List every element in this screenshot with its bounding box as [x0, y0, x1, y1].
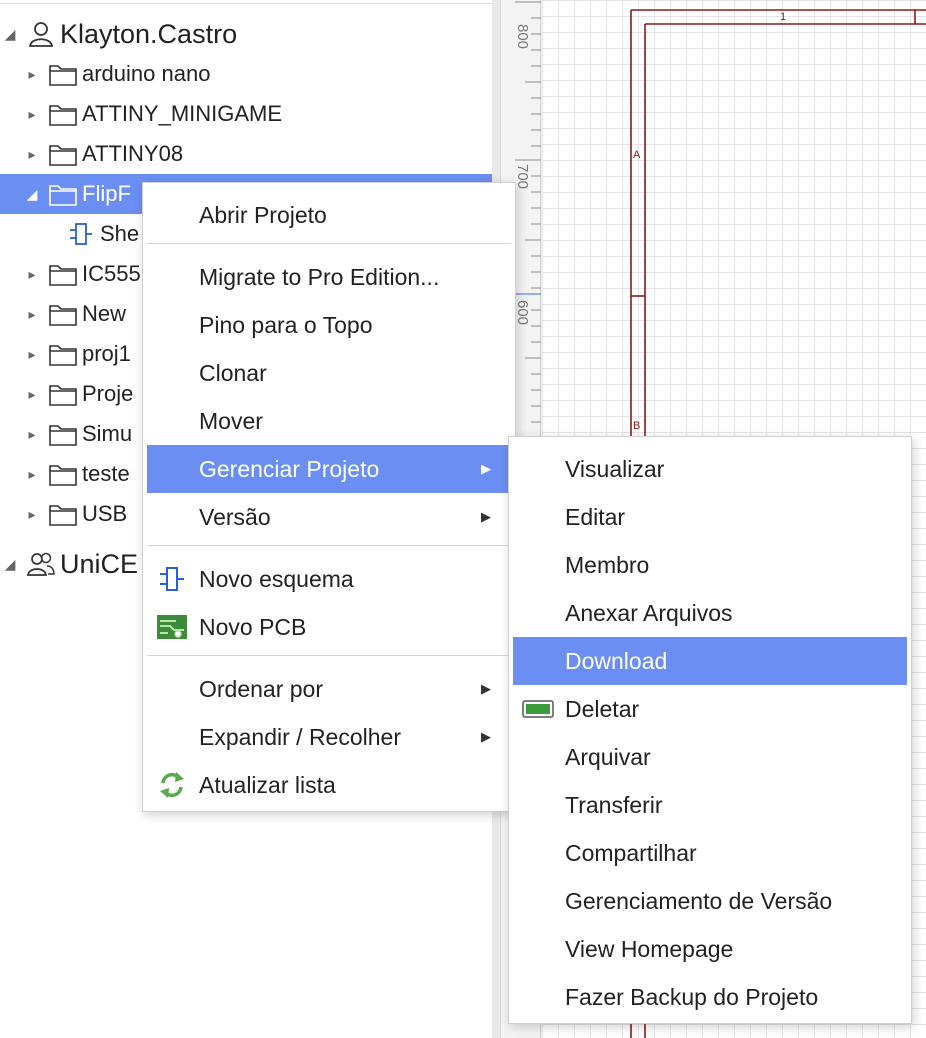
- submenu-item-backup-project[interactable]: Fazer Backup do Projeto: [513, 973, 907, 1021]
- submenu-item-edit[interactable]: Editar: [513, 493, 907, 541]
- menu-item-new-pcb[interactable]: Novo PCB: [147, 603, 511, 651]
- menu-item-refresh-list[interactable]: Atualizar lista: [147, 761, 511, 809]
- folder-icon: [48, 379, 78, 409]
- schematic-icon: [155, 562, 189, 596]
- pcb-icon: [155, 610, 189, 644]
- folder-icon: [48, 139, 78, 169]
- menu-separator: [147, 243, 511, 244]
- submenu-item-transfer[interactable]: Transferir: [513, 781, 907, 829]
- submenu-item-view-homepage[interactable]: View Homepage: [513, 925, 907, 973]
- frame-row-label: A: [633, 149, 641, 161]
- submenu-item-delete[interactable]: Deletar: [513, 685, 907, 733]
- submenu-arrow-icon: ▶: [481, 681, 491, 696]
- expand-caret-icon[interactable]: ▸: [24, 106, 40, 123]
- tree-item-label: USB: [82, 501, 128, 526]
- submenu-item-view[interactable]: Visualizar: [513, 445, 907, 493]
- menu-separator: [147, 545, 511, 546]
- expand-caret-icon[interactable]: ▸: [24, 346, 40, 363]
- expand-caret-icon[interactable]: ▸: [24, 146, 40, 163]
- collapse-caret-icon[interactable]: ◢: [2, 26, 18, 43]
- expand-caret-icon[interactable]: ▸: [24, 66, 40, 83]
- tree-root-team-label: UniCE: [60, 548, 139, 579]
- panel-top-border: [0, 0, 492, 4]
- tree-item-label: New: [82, 301, 127, 326]
- menu-item-pin-top[interactable]: Pino para o Topo: [147, 301, 511, 349]
- ruler-label: 800: [514, 24, 531, 50]
- menu-item-clone[interactable]: Clonar: [147, 349, 511, 397]
- submenu-arrow-icon: ▶: [481, 509, 491, 524]
- folder-icon: [48, 419, 78, 449]
- tree-item-project[interactable]: ▸ ATTINY_MINIGAME: [0, 94, 492, 134]
- frame-column-label: 1: [780, 11, 787, 23]
- folder-icon: [48, 59, 78, 89]
- team-icon: [26, 549, 56, 579]
- tree-item-label: arduino nano: [82, 61, 211, 86]
- tree-item-label: Simu: [82, 421, 133, 446]
- menu-item-sort-by[interactable]: Ordenar por ▶: [147, 665, 511, 713]
- submenu-arrow-icon: ▶: [481, 461, 491, 476]
- tree-item-label: FlipF: [82, 181, 131, 206]
- menu-item-new-schematic[interactable]: Novo esquema: [147, 555, 511, 603]
- frame-row-label: B: [633, 420, 641, 432]
- submenu-item-member[interactable]: Membro: [513, 541, 907, 589]
- tree-item-label: ATTINY08: [82, 141, 184, 166]
- folder-icon: [48, 299, 78, 329]
- expand-caret-icon[interactable]: ▸: [24, 426, 40, 443]
- manage-project-submenu: Visualizar Editar Membro Anexar Arquivos…: [508, 436, 912, 1024]
- folder-icon: [48, 499, 78, 529]
- expand-caret-icon[interactable]: ▸: [24, 506, 40, 523]
- expand-caret-icon[interactable]: ▸: [24, 266, 40, 283]
- submenu-item-archive[interactable]: Arquivar: [513, 733, 907, 781]
- user-icon: [26, 19, 56, 49]
- tree-item-project[interactable]: ▸ ATTINY08: [0, 134, 492, 174]
- menu-item-manage-project[interactable]: Gerenciar Projeto ▶: [147, 445, 511, 493]
- collapse-caret-icon[interactable]: ◢: [2, 556, 18, 573]
- tree-item-label: proj1: [82, 341, 131, 366]
- folder-icon: [48, 259, 78, 289]
- tree-root-user[interactable]: ◢ Klayton.Castro: [0, 14, 492, 54]
- expand-caret-icon[interactable]: ▸: [24, 466, 40, 483]
- submenu-item-download[interactable]: Download: [513, 637, 907, 685]
- tree-item-label: Proje: [82, 381, 134, 406]
- ruler-label: 600: [514, 300, 531, 326]
- submenu-item-attach-files[interactable]: Anexar Arquivos: [513, 589, 907, 637]
- tree-item-label: teste: [82, 461, 130, 486]
- collapse-caret-icon[interactable]: ◢: [24, 186, 40, 203]
- expand-caret-icon[interactable]: ▸: [24, 386, 40, 403]
- menu-item-migrate-pro[interactable]: Migrate to Pro Edition...: [147, 253, 511, 301]
- tree-root-user-label: Klayton.Castro: [60, 18, 238, 49]
- ruler-label: 700: [514, 164, 531, 190]
- folder-icon: [48, 179, 78, 209]
- menu-item-open-project[interactable]: Abrir Projeto: [147, 191, 511, 239]
- folder-icon: [48, 339, 78, 369]
- tree-item-label: She: [100, 221, 140, 246]
- tree-item-label: IC555: [82, 261, 141, 286]
- expand-caret-icon[interactable]: ▸: [24, 306, 40, 323]
- menu-item-expand-collapse[interactable]: Expandir / Recolher ▶: [147, 713, 511, 761]
- menu-item-version[interactable]: Versão ▶: [147, 493, 511, 541]
- submenu-item-share[interactable]: Compartilhar: [513, 829, 907, 877]
- menu-separator: [147, 655, 511, 656]
- submenu-item-version-management[interactable]: Gerenciamento de Versão: [513, 877, 907, 925]
- tree-item-label: ATTINY_MINIGAME: [82, 101, 283, 126]
- tree-item-project[interactable]: ▸ arduino nano: [0, 54, 492, 94]
- refresh-icon: [155, 768, 189, 802]
- project-context-menu: Abrir Projeto Migrate to Pro Edition... …: [142, 182, 516, 812]
- folder-icon: [48, 459, 78, 489]
- folder-icon: [48, 99, 78, 129]
- menu-item-move[interactable]: Mover: [147, 397, 511, 445]
- submenu-arrow-icon: ▶: [481, 729, 491, 744]
- schematic-icon: [66, 219, 96, 249]
- delete-battery-icon: [521, 692, 555, 726]
